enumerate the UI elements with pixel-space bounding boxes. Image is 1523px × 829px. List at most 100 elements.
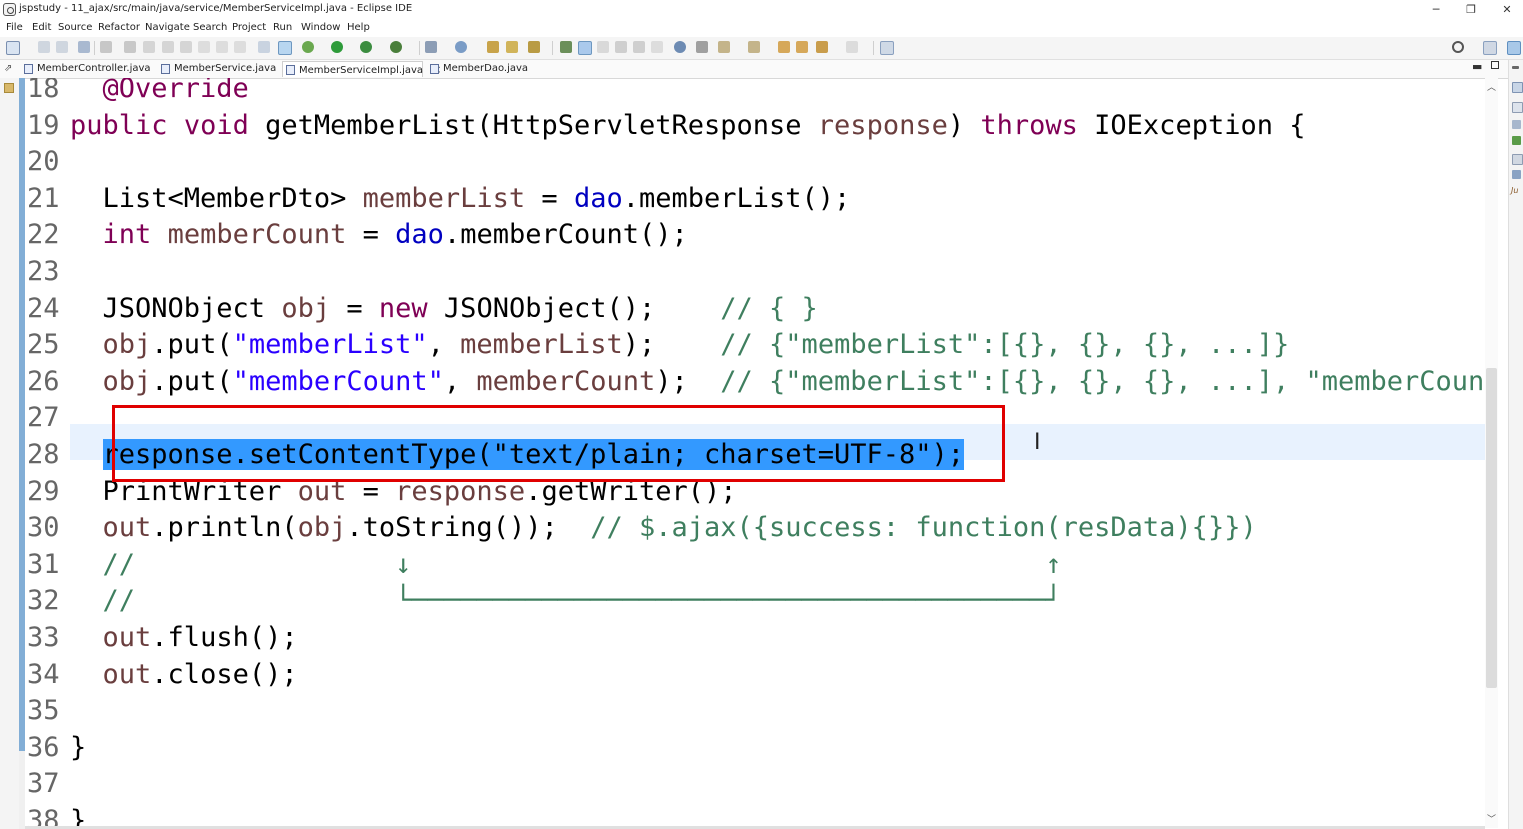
menu-navigate[interactable]: Navigate — [145, 22, 190, 33]
drop-to-frame-icon[interactable] — [258, 41, 270, 53]
line-number: 33 — [27, 622, 60, 653]
code-line[interactable]: 22 int memberCount = dao.memberCount(); — [25, 217, 1485, 253]
view-menu-icon[interactable] — [1512, 66, 1519, 69]
line-number: 36 — [27, 731, 60, 763]
tab-member-service-impl[interactable]: MemberServiceImpl.java × — [282, 61, 441, 77]
pin-editor-icon[interactable] — [880, 41, 894, 55]
servers-icon[interactable] — [1512, 120, 1521, 129]
search-tool-icon[interactable] — [528, 41, 540, 53]
snippets-icon[interactable] — [1512, 154, 1523, 165]
code-line[interactable]: 18 @Override — [25, 78, 1485, 107]
open-task-icon[interactable] — [506, 41, 518, 53]
code-line[interactable]: 26 obj.put("memberCount", memberCount); … — [25, 364, 1485, 400]
use-step-filters-icon[interactable] — [278, 41, 292, 55]
editor-minimize-button[interactable]: ▬ — [1472, 60, 1482, 73]
menu-refactor[interactable]: Refactor — [98, 22, 140, 33]
code-line[interactable]: 23 — [25, 254, 1485, 290]
code-line[interactable]: 36} — [25, 730, 1485, 766]
last-edit-location-icon[interactable] — [778, 41, 790, 53]
forward-icon[interactable] — [846, 41, 858, 53]
menu-source[interactable]: Source — [58, 22, 92, 33]
scroll-down-icon[interactable]: ﹀ — [1487, 812, 1496, 825]
task-list-icon[interactable] — [1512, 102, 1523, 113]
code-line[interactable]: 33 out.flush(); — [25, 620, 1485, 656]
line-number: 20 — [27, 146, 60, 178]
tab-member-controller[interactable]: MemberController.java — [21, 61, 151, 77]
menu-edit[interactable]: Edit — [32, 22, 51, 33]
step-into-icon[interactable] — [198, 41, 210, 53]
toggle-highlight-icon[interactable] — [578, 41, 592, 55]
code-line[interactable]: 35 — [25, 693, 1485, 729]
code-line[interactable]: 19 public void getMemberList(HttpServletR… — [25, 108, 1485, 144]
code-line[interactable]: 21 List<MemberDto> memberList = dao.memb… — [25, 181, 1485, 217]
view-menu-icon[interactable]: ⇗ — [4, 63, 12, 74]
right-trim-stack: Ju — [1508, 60, 1523, 829]
back-history-icon[interactable] — [796, 41, 808, 53]
previous-annotation-icon[interactable] — [748, 41, 760, 53]
open-type-icon[interactable] — [487, 41, 499, 53]
step-return-icon[interactable] — [234, 41, 246, 53]
minimize-button[interactable]: ─ — [1422, 2, 1450, 18]
suspend-icon[interactable] — [143, 41, 155, 53]
close-window-button[interactable]: ✕ — [1493, 2, 1521, 18]
editor-maximize-button[interactable] — [1491, 61, 1499, 69]
toggle-block-selection-icon[interactable] — [597, 41, 609, 53]
new-server-icon[interactable] — [425, 41, 437, 53]
pilcrow-icon[interactable] — [651, 41, 663, 53]
run-icon[interactable] — [331, 41, 343, 53]
menu-window[interactable]: Window — [301, 22, 340, 33]
external-tools-icon[interactable] — [390, 41, 402, 53]
scroll-up-icon[interactable]: ︿ — [1487, 80, 1496, 93]
save-all-icon[interactable] — [56, 41, 68, 53]
outline-icon[interactable] — [1512, 82, 1523, 93]
annotation-icon[interactable] — [696, 41, 708, 53]
console-view-icon[interactable] — [1512, 170, 1521, 179]
package-explorer-icon[interactable] — [4, 83, 14, 93]
disconnect-icon[interactable] — [180, 41, 192, 53]
next-annotation-icon[interactable] — [718, 41, 730, 53]
tab-member-dao[interactable]: MemberDao.java — [427, 61, 528, 77]
toggle-mark-occurrences-icon[interactable] — [560, 41, 572, 53]
code-text: obj.put("memberList", memberList); // {"… — [70, 327, 1290, 363]
java-ee-perspective-icon[interactable] — [1507, 41, 1521, 55]
open-perspective-icon[interactable] — [1483, 41, 1497, 55]
code-line[interactable]: 25 obj.put("memberList", memberList); //… — [25, 327, 1485, 363]
coverage-icon[interactable] — [360, 41, 372, 53]
show-whitespace-chars-icon[interactable] — [633, 41, 645, 53]
code-text: // ↓ ↑ — [70, 547, 1062, 583]
maximize-button[interactable]: ❐ — [1457, 2, 1485, 18]
back-icon[interactable] — [816, 41, 828, 53]
show-whitespace-icon[interactable] — [615, 41, 627, 53]
web-browser-icon[interactable] — [674, 41, 686, 53]
code-token: out — [102, 622, 152, 653]
resume-icon[interactable] — [124, 41, 136, 53]
code-token: out — [102, 512, 152, 544]
vertical-scroll-thumb[interactable] — [1486, 368, 1497, 688]
code-token: // └────────────────────────────────────… — [102, 585, 1062, 617]
terminate-icon[interactable] — [162, 41, 174, 53]
menu-project[interactable]: Project — [232, 22, 266, 33]
code-line[interactable]: 32 // └─────────────────────────────────… — [25, 583, 1485, 619]
tab-member-service[interactable]: MemberService.java — [158, 61, 276, 77]
code-line[interactable]: 31 // ↓ ↑ — [25, 547, 1485, 583]
debug-icon[interactable] — [302, 41, 314, 53]
code-line[interactable]: 20 — [25, 144, 1485, 180]
new-java-class-icon[interactable] — [455, 41, 467, 53]
code-line[interactable]: 34 out.close(); — [25, 657, 1485, 693]
code-line[interactable]: 38} — [25, 803, 1485, 828]
step-over-icon[interactable] — [216, 41, 228, 53]
search-icon[interactable] — [1452, 41, 1464, 53]
menu-file[interactable]: File — [6, 22, 23, 33]
menu-search[interactable]: Search — [193, 22, 227, 33]
skip-breakpoints-icon[interactable] — [100, 41, 112, 53]
save-icon[interactable] — [38, 41, 50, 53]
console-icon[interactable] — [78, 41, 90, 53]
code-line[interactable]: 30 out.println(obj.toString()); // $.aja… — [25, 510, 1485, 546]
new-file-icon[interactable] — [6, 41, 20, 55]
junit-icon[interactable]: Ju — [1511, 186, 1518, 195]
menu-help[interactable]: Help — [347, 22, 370, 33]
code-line[interactable]: 24 JSONObject obj = new JSONObject(); //… — [25, 291, 1485, 327]
data-source-icon[interactable] — [1512, 136, 1521, 145]
code-line[interactable]: 37 — [25, 766, 1485, 802]
menu-run[interactable]: Run — [273, 22, 292, 33]
